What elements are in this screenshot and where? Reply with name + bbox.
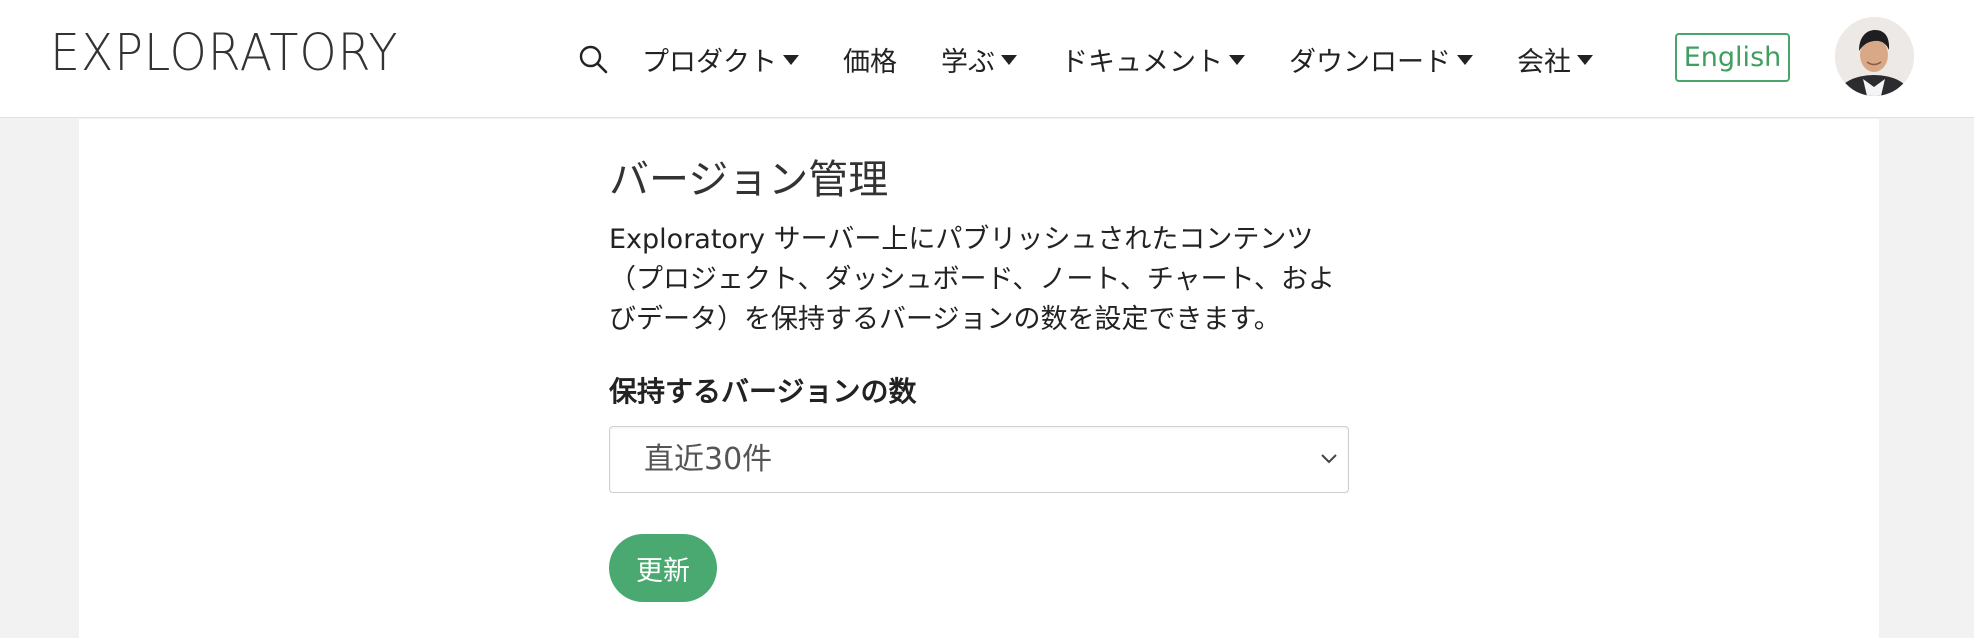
nav-item-label: ダウンロード [1289,46,1451,78]
select-value: 直近30件 [644,442,773,477]
main-nav: プロダクト 価格 学ぶ ドキュメント ダウンロード 会社 [576,0,1637,118]
nav-item-pricing[interactable]: 価格 [843,40,897,79]
update-button[interactable]: 更新 [609,534,717,602]
nav-item-label: 会社 [1517,46,1571,78]
page-title: バージョン管理 [609,157,889,203]
nav-item-label: 学ぶ [941,46,995,78]
caret-down-icon [1577,55,1593,65]
page-description: Exploratory サーバー上にパブリッシュされたコンテンツ（プロジェクト、… [609,224,1336,335]
nav-item-label: プロダクト [642,46,777,78]
caret-down-icon [1229,55,1245,65]
nav-item-download[interactable]: ダウンロード [1289,40,1473,79]
english-language-button[interactable]: English [1675,33,1790,82]
nav-item-learn[interactable]: 学ぶ [941,40,1017,79]
versions-count-select[interactable]: 直近30件 [609,426,1349,493]
nav-item-products[interactable]: プロダクト [642,40,799,79]
nav-item-company[interactable]: 会社 [1517,40,1593,79]
nav-item-label: ドキュメント [1061,46,1223,78]
caret-down-icon [1001,55,1017,65]
nav-item-label: 価格 [843,46,897,78]
logo[interactable]: EXPLORATORY [50,24,398,84]
nav-item-documents[interactable]: ドキュメント [1061,40,1245,79]
search-icon[interactable] [576,42,610,76]
caret-down-icon [783,55,799,65]
caret-down-icon [1457,55,1473,65]
chevron-down-icon [1320,451,1338,470]
top-navigation-bar: EXPLORATORY プロダクト 価格 学ぶ ドキュメント ダウンロード 会社… [0,0,1974,118]
content-panel [79,119,1879,638]
versions-count-label: 保持するバージョンの数 [609,375,917,408]
user-avatar[interactable] [1835,17,1914,96]
